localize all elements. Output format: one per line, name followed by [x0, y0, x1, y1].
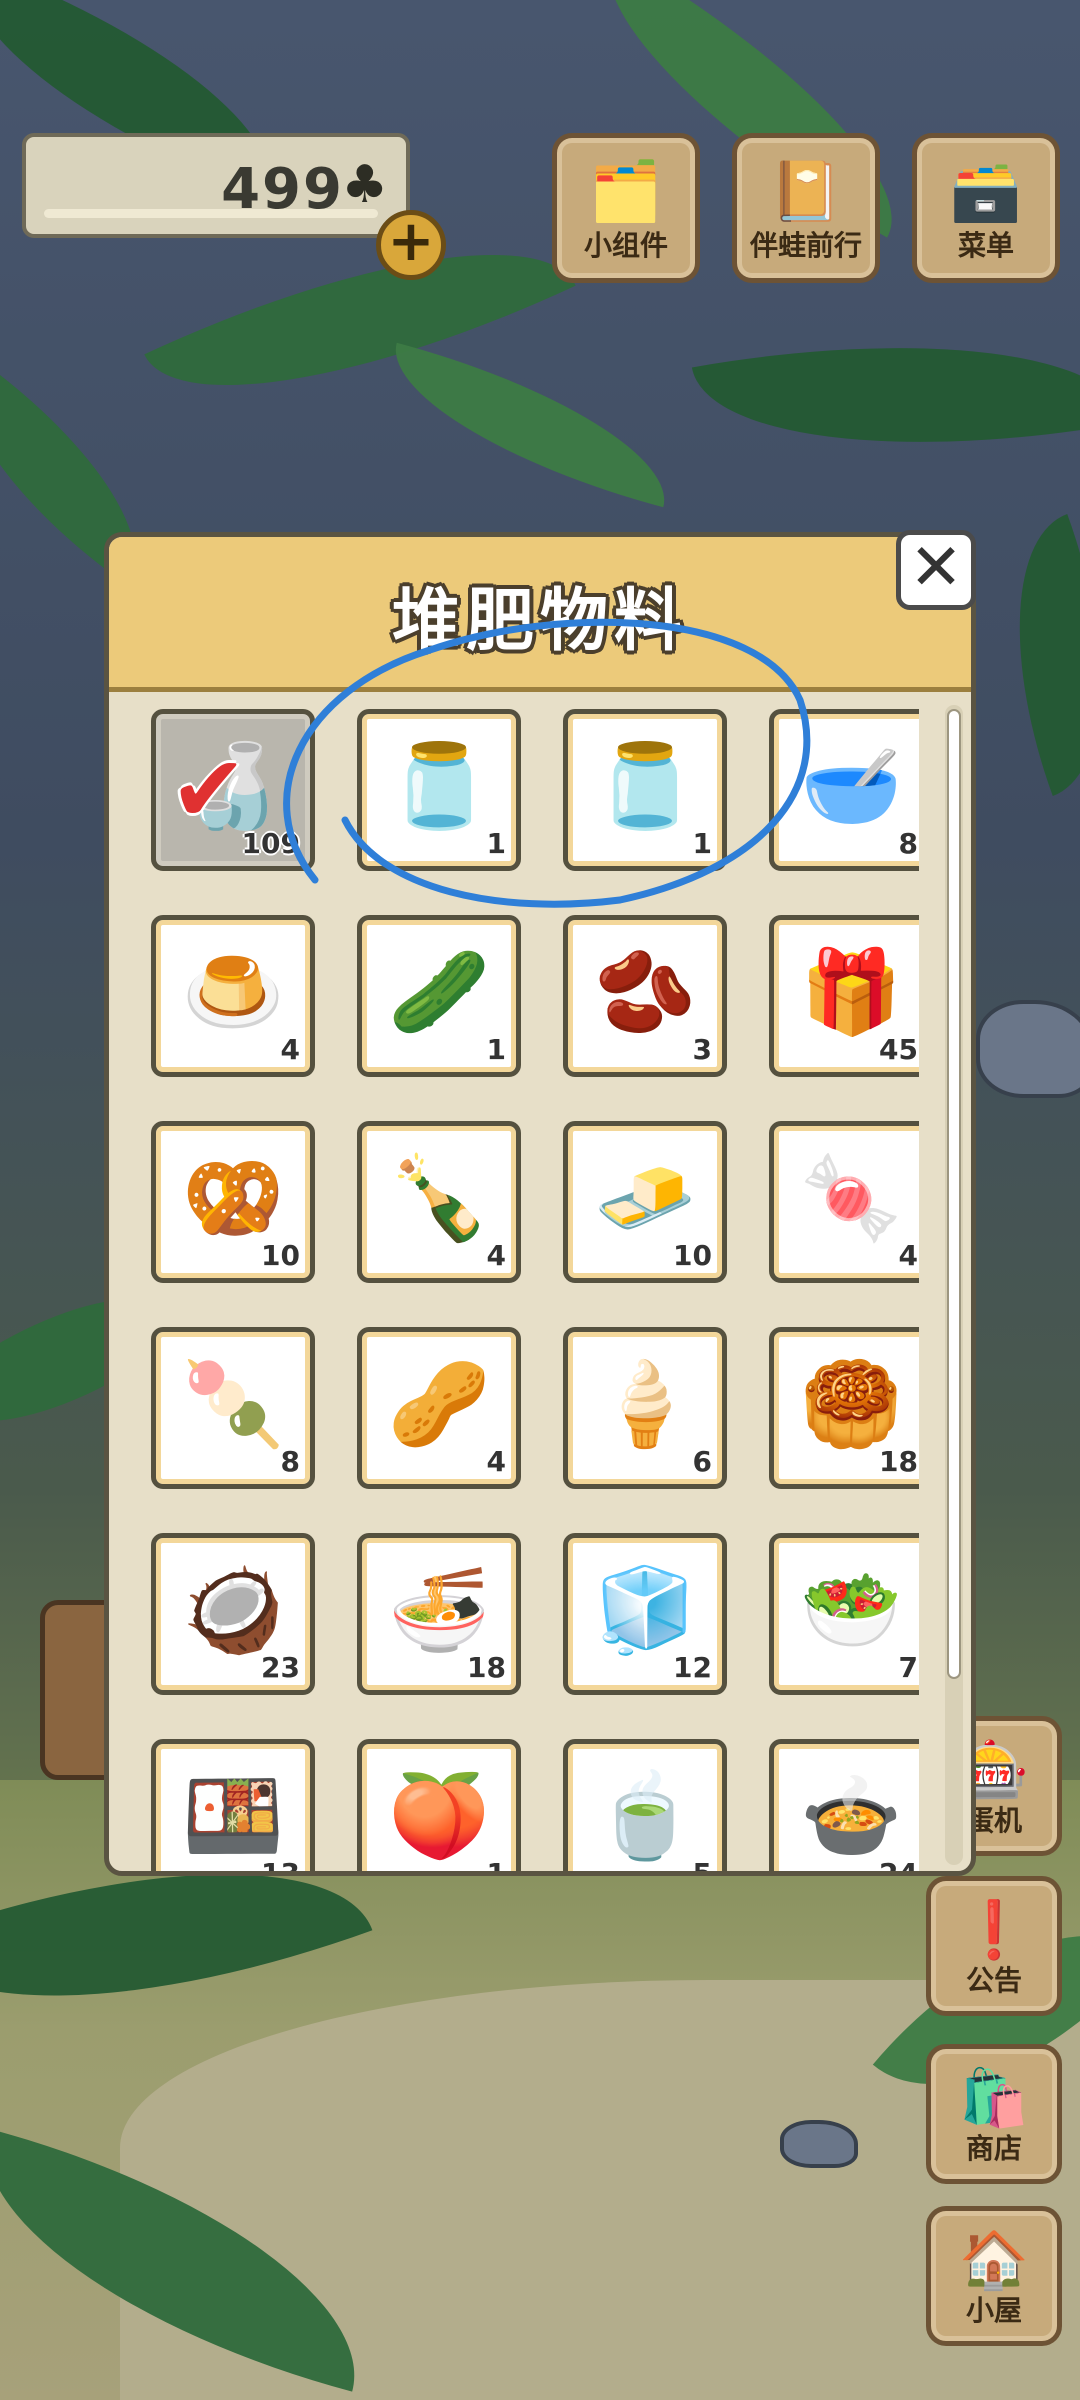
dish-bowl-icon: 🍲	[799, 1769, 903, 1864]
item-slot[interactable]: 🫙 1	[357, 709, 521, 871]
fried-dough-icon: 🥨	[181, 1151, 285, 1246]
item-count: 4	[898, 1239, 918, 1272]
item-count: 10	[261, 1239, 300, 1272]
item-count: 24	[879, 1857, 918, 1871]
journey-button[interactable]: 📔 伴蛙前行	[732, 133, 880, 283]
item-slot[interactable]: 🍜 18	[357, 1533, 521, 1695]
shop-button[interactable]: 🛍️ 商店	[926, 2044, 1062, 2184]
soup-bowl-icon: 🥣	[799, 739, 903, 834]
item-count: 8	[280, 1445, 300, 1478]
menu-icon: 🗃️	[949, 157, 1023, 225]
item-count: 3	[692, 1033, 712, 1066]
item-slot[interactable]: 🍵5	[563, 1739, 727, 1871]
pickle-jar-icon: 🥒	[387, 945, 491, 1040]
peanuts-icon: 🥜	[387, 1357, 491, 1452]
item-slot[interactable]: 🍶 ✔ 109	[151, 709, 315, 871]
item-slot[interactable]: 🧈 10	[563, 1121, 727, 1283]
item-count: 23	[261, 1651, 300, 1684]
item-slot[interactable]: 🥮 18	[769, 1327, 919, 1489]
item-count: 1	[486, 827, 506, 860]
item-slot[interactable]: 🍬 4	[769, 1121, 919, 1283]
journal-icon: 📔	[769, 157, 843, 225]
item-count: 1	[487, 1857, 506, 1871]
noodle-bowl-icon: 🍜	[387, 1563, 491, 1658]
check-icon: ✔	[170, 736, 248, 843]
rice-cake-icon: 🍡	[181, 1357, 285, 1452]
snack-box-icon: 🍱	[181, 1769, 285, 1864]
notice-icon: ❗	[959, 1898, 1029, 1963]
item-slot[interactable]: 🎁 45	[769, 915, 919, 1077]
item-slot[interactable]: 🥒 1	[357, 915, 521, 1077]
house-icon: 🏠	[959, 2228, 1029, 2293]
candy-jar-icon: 🫙	[387, 739, 491, 834]
item-slot[interactable]: 🥗 7	[769, 1533, 919, 1695]
tofu-cubes-icon: 🧊	[593, 1563, 697, 1658]
item-count: 12	[673, 1651, 712, 1684]
tea-cup-icon: 🍵	[593, 1769, 697, 1864]
item-count: 6	[692, 1445, 712, 1478]
item-count: 4	[486, 1445, 506, 1478]
shop-icon: 🛍️	[959, 2066, 1029, 2131]
house-label: 小屋	[965, 2294, 1022, 2327]
journey-label: 伴蛙前行	[749, 229, 862, 262]
candy-jar-icon: 🫙	[593, 739, 697, 834]
item-count: 4	[486, 1239, 506, 1272]
nougat-icon: 🧈	[593, 1151, 697, 1246]
compost-material-dialog: 堆肥物料 🍶 ✔ 109 🫙 1 🫙 1 🥣 8 🍮 4 🥒 1 🫘 3 🎁 45 🥨 10 🍾 4 🧈 10 🍬 4 🍡 8 🥜 4 🍦…	[104, 532, 976, 1876]
item-slot[interactable]: 🍦 6	[563, 1327, 727, 1489]
menu-button[interactable]: 🗃️ 菜单	[912, 133, 1060, 283]
coffee-beans-icon: 🫘	[593, 945, 697, 1040]
salad-plate-icon: 🥗	[799, 1563, 903, 1658]
widget-label: 小组件	[583, 229, 668, 262]
popsicle-icon: 🍦	[593, 1357, 697, 1452]
item-count: 10	[673, 1239, 712, 1272]
item-count: 18	[467, 1651, 506, 1684]
item-slot[interactable]: 🫘 3	[563, 915, 727, 1077]
shop-label: 商店	[965, 2132, 1022, 2165]
item-slot[interactable]: 🥨 10	[151, 1121, 315, 1283]
item-count: 45	[879, 1033, 918, 1066]
coconut-icon: 🥥	[181, 1563, 285, 1658]
liquor-bottle-icon: 🍾	[387, 1151, 491, 1246]
close-button[interactable]: ✕	[896, 530, 976, 610]
item-count: 4	[280, 1033, 300, 1066]
mooncake-icon: 🥮	[799, 1357, 903, 1452]
item-slot[interactable]: 🧊 12	[563, 1533, 727, 1695]
dialog-header: 堆肥物料	[109, 537, 971, 692]
item-slot[interactable]: 🍱13	[151, 1739, 315, 1871]
widget-icon: 🗂️	[589, 157, 663, 225]
add-currency-button[interactable]: +	[376, 210, 446, 280]
apricot-icon: 🍑	[387, 1769, 491, 1864]
item-count: 5	[693, 1857, 712, 1871]
item-count: 8	[898, 827, 918, 860]
tofu-plate-icon: 🍮	[181, 945, 285, 1040]
clover-icon: ♣	[341, 155, 388, 215]
item-count: 1	[692, 827, 712, 860]
menu-label: 菜单	[957, 229, 1014, 262]
house-button[interactable]: 🏠 小屋	[926, 2206, 1062, 2346]
item-slot[interactable]: 🍲24	[769, 1739, 919, 1871]
item-count: 109	[241, 827, 300, 860]
dialog-title: 堆肥物料	[391, 582, 688, 661]
item-slot[interactable]: 🍮 4	[151, 915, 315, 1077]
item-slot[interactable]: 🍑1	[357, 1739, 521, 1871]
item-slot[interactable]: 🍾 4	[357, 1121, 521, 1283]
nut-candy-icon: 🍬	[799, 1151, 903, 1246]
item-slot[interactable]: 🫙 1	[563, 709, 727, 871]
item-slot[interactable]: 🥣 8	[769, 709, 919, 871]
currency-display: 499 ♣	[22, 133, 410, 238]
gift-box-icon: 🎁	[799, 945, 903, 1040]
item-slot[interactable]: 🍡 8	[151, 1327, 315, 1489]
notice-button[interactable]: ❗ 公告	[926, 1876, 1062, 2016]
item-slot[interactable]: 🥜 4	[357, 1327, 521, 1489]
item-count: 18	[879, 1445, 918, 1478]
widget-button[interactable]: 🗂️ 小组件	[552, 133, 700, 283]
notice-label: 公告	[965, 1964, 1022, 1997]
item-count: 13	[261, 1857, 300, 1871]
item-count: 1	[486, 1033, 506, 1066]
scrollbar-thumb[interactable]	[947, 709, 961, 1679]
item-slot[interactable]: 🥥 23	[151, 1533, 315, 1695]
item-count: 7	[898, 1651, 918, 1684]
item-grid[interactable]: 🍶 ✔ 109 🫙 1 🫙 1 🥣 8 🍮 4 🥒 1 🫘 3 🎁 45 🥨 10 🍾 4 🧈 10 🍬 4 🍡 8 🥜 4 🍦 6 🥮 18 🥥…	[139, 705, 919, 1871]
